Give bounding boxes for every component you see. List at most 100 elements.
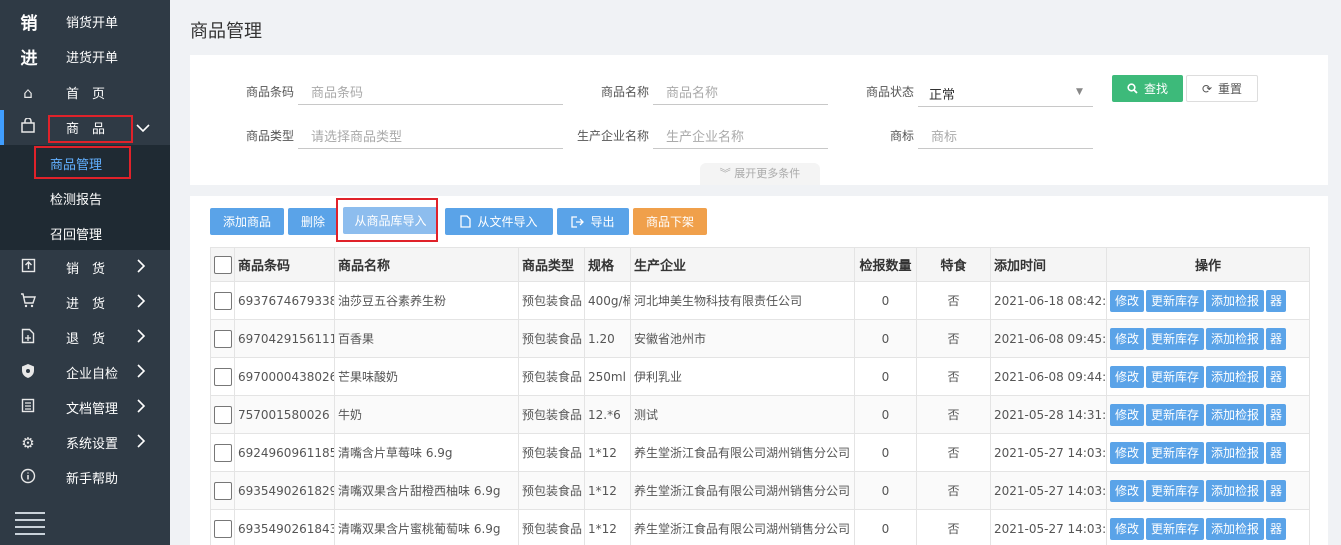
expand-more-button[interactable]: ︾ 展开更多条件 bbox=[700, 163, 820, 185]
sidebar-item-sales-order[interactable]: 销 销货开单 bbox=[0, 4, 170, 39]
more-button[interactable]: 器 bbox=[1266, 479, 1287, 502]
update-stock-button[interactable]: 更新库存 bbox=[1146, 441, 1205, 464]
add-report-button[interactable]: 添加检报 bbox=[1206, 289, 1265, 312]
col-header-spec: 规格 bbox=[584, 247, 631, 282]
sidebar-item-purchase-order[interactable]: 进 进货开单 bbox=[0, 39, 170, 74]
add-report-button[interactable]: 添加检报 bbox=[1206, 403, 1265, 426]
update-stock-button[interactable]: 更新库存 bbox=[1146, 327, 1205, 350]
table-row: 6935490261829 清嘴双果含片甜橙西柚味 6.9g 预包装食品 1*12 养生… bbox=[210, 471, 1310, 510]
add-goods-button[interactable]: 添加商品 bbox=[210, 208, 284, 235]
edit-button[interactable]: 修改 bbox=[1110, 289, 1145, 312]
table-row: 69700004380266 芒果味酸奶 预包装食品 250ml 伊利乳业 0 否 2021-… bbox=[210, 357, 1310, 396]
cell-special: 否 bbox=[916, 433, 991, 472]
export-label: 导出 bbox=[590, 215, 615, 229]
edit-button[interactable]: 修改 bbox=[1110, 517, 1145, 540]
update-stock-button[interactable]: 更新库存 bbox=[1146, 289, 1205, 312]
row-checkbox[interactable] bbox=[214, 329, 232, 348]
refresh-icon: ⟳ bbox=[1201, 81, 1213, 96]
more-button[interactable]: 器 bbox=[1266, 517, 1287, 540]
update-stock-button[interactable]: 更新库存 bbox=[1146, 403, 1205, 426]
sidebar-subitem-recall[interactable]: 召回管理 bbox=[0, 215, 170, 250]
cell-special: 否 bbox=[916, 357, 991, 396]
barcode-label: 商品条码 bbox=[245, 85, 294, 99]
brand-input[interactable]: 商标 bbox=[918, 121, 1093, 149]
menu-toggle-icon[interactable] bbox=[15, 512, 45, 540]
delete-button[interactable]: 删除 bbox=[288, 208, 338, 235]
more-button[interactable]: 器 bbox=[1266, 403, 1287, 426]
cell-reports: 0 bbox=[854, 281, 917, 320]
shield-icon bbox=[19, 363, 37, 383]
sidebar-item-label: 进货开单 bbox=[66, 51, 119, 66]
more-button[interactable]: 器 bbox=[1266, 365, 1287, 388]
sidebar-subitem-label: 召回管理 bbox=[50, 228, 103, 243]
edit-button[interactable]: 修改 bbox=[1110, 327, 1145, 350]
reset-button[interactable]: ⟳ 重置 bbox=[1186, 75, 1258, 102]
row-checkbox[interactable] bbox=[214, 367, 232, 386]
sidebar-item-return[interactable]: 退 货 bbox=[0, 320, 170, 355]
more-button[interactable]: 器 bbox=[1266, 441, 1287, 464]
manufacturer-input[interactable]: 生产企业名称 bbox=[653, 121, 828, 149]
export-button[interactable]: 导出 bbox=[557, 208, 629, 235]
row-checkbox[interactable] bbox=[214, 481, 232, 500]
cell-name: 芒果味酸奶 bbox=[334, 357, 519, 396]
more-button[interactable]: 器 bbox=[1266, 327, 1287, 350]
add-report-button[interactable]: 添加检报 bbox=[1206, 365, 1265, 388]
add-report-button[interactable]: 添加检报 bbox=[1206, 441, 1265, 464]
sidebar-subitem-test-report[interactable]: 检测报告 bbox=[0, 180, 170, 215]
cell-maker: 安徽省池州市 bbox=[630, 319, 855, 358]
search-button[interactable]: 查找 bbox=[1112, 75, 1183, 102]
sidebar-item-settings[interactable]: ⚙ 系统设置 bbox=[0, 425, 170, 460]
sidebar-item-sales[interactable]: 销 货 bbox=[0, 250, 170, 285]
document-icon bbox=[19, 398, 37, 417]
offshelf-button[interactable]: 商品下架 bbox=[633, 208, 707, 235]
sidebar-item-home[interactable]: ⌂ 首 页 bbox=[0, 75, 170, 110]
update-stock-button[interactable]: 更新库存 bbox=[1146, 365, 1205, 388]
status-select[interactable]: 正常 bbox=[918, 79, 1093, 107]
edit-button[interactable]: 修改 bbox=[1110, 441, 1145, 464]
edit-button[interactable]: 修改 bbox=[1110, 479, 1145, 502]
double-chevron-down-icon: ︾ bbox=[719, 167, 731, 180]
cell-time: 2021-05-27 14:03:28 bbox=[990, 509, 1107, 545]
table-row: 6937674679338 油莎豆五谷素养生粉 预包装食品 400g/桶 河北坤美生物科… bbox=[210, 281, 1310, 320]
add-report-button[interactable]: 添加检报 bbox=[1206, 479, 1265, 502]
sidebar-item-documents[interactable]: 文档管理 bbox=[0, 390, 170, 425]
row-checkbox[interactable] bbox=[214, 519, 232, 538]
edit-button[interactable]: 修改 bbox=[1110, 365, 1145, 388]
cell-special: 否 bbox=[916, 319, 991, 358]
row-checkbox[interactable] bbox=[214, 291, 232, 310]
sidebar-item-label: 文档管理 bbox=[66, 402, 119, 417]
update-stock-button[interactable]: 更新库存 bbox=[1146, 479, 1205, 502]
cell-barcode: 6935490261843 bbox=[234, 509, 335, 545]
status-label: 商品状态 bbox=[865, 85, 914, 99]
sidebar-item-purchase[interactable]: 进 货 bbox=[0, 285, 170, 320]
cell-actions: 修改 更新库存 添加检报器 bbox=[1106, 357, 1310, 396]
barcode-input[interactable]: 商品条码 bbox=[298, 77, 563, 105]
cell-barcode: 6935490261829 bbox=[234, 471, 335, 510]
type-label: 商品类型 bbox=[245, 129, 294, 143]
row-checkbox[interactable] bbox=[214, 405, 232, 424]
sidebar-item-label: 退 货 bbox=[66, 332, 106, 347]
add-report-button[interactable]: 添加检报 bbox=[1206, 517, 1265, 540]
select-cell bbox=[210, 395, 235, 434]
cell-actions: 修改 更新库存 添加检报器 bbox=[1106, 281, 1310, 320]
type-select[interactable]: 请选择商品类型 bbox=[298, 121, 563, 149]
cell-spec: 1*12 bbox=[584, 509, 631, 545]
cell-time: 2021-06-08 09:45:25 bbox=[990, 319, 1107, 358]
more-button[interactable]: 器 bbox=[1266, 289, 1287, 312]
sidebar-item-help[interactable]: 新手帮助 bbox=[0, 460, 170, 495]
row-checkbox[interactable] bbox=[214, 443, 232, 462]
update-stock-button[interactable]: 更新库存 bbox=[1146, 517, 1205, 540]
name-input[interactable]: 商品名称 bbox=[653, 77, 828, 105]
cell-name: 油莎豆五谷素养生粉 bbox=[334, 281, 519, 320]
edit-button[interactable]: 修改 bbox=[1110, 403, 1145, 426]
purchase-order-icon: 进 bbox=[20, 49, 38, 69]
cell-actions: 修改 更新库存 添加检报器 bbox=[1106, 319, 1310, 358]
add-report-button[interactable]: 添加检报 bbox=[1206, 327, 1265, 350]
return-doc-icon bbox=[19, 328, 37, 348]
select-all-checkbox[interactable] bbox=[214, 255, 232, 274]
cell-maker: 养生堂浙江食品有限公司湖州销售分公司 bbox=[630, 433, 855, 472]
caret-down-icon: ▼ bbox=[1076, 87, 1083, 97]
import-from-file-button[interactable]: 从文件导入 bbox=[445, 208, 553, 235]
sidebar-item-self-check[interactable]: 企业自检 bbox=[0, 355, 170, 390]
cell-reports: 0 bbox=[854, 395, 917, 434]
